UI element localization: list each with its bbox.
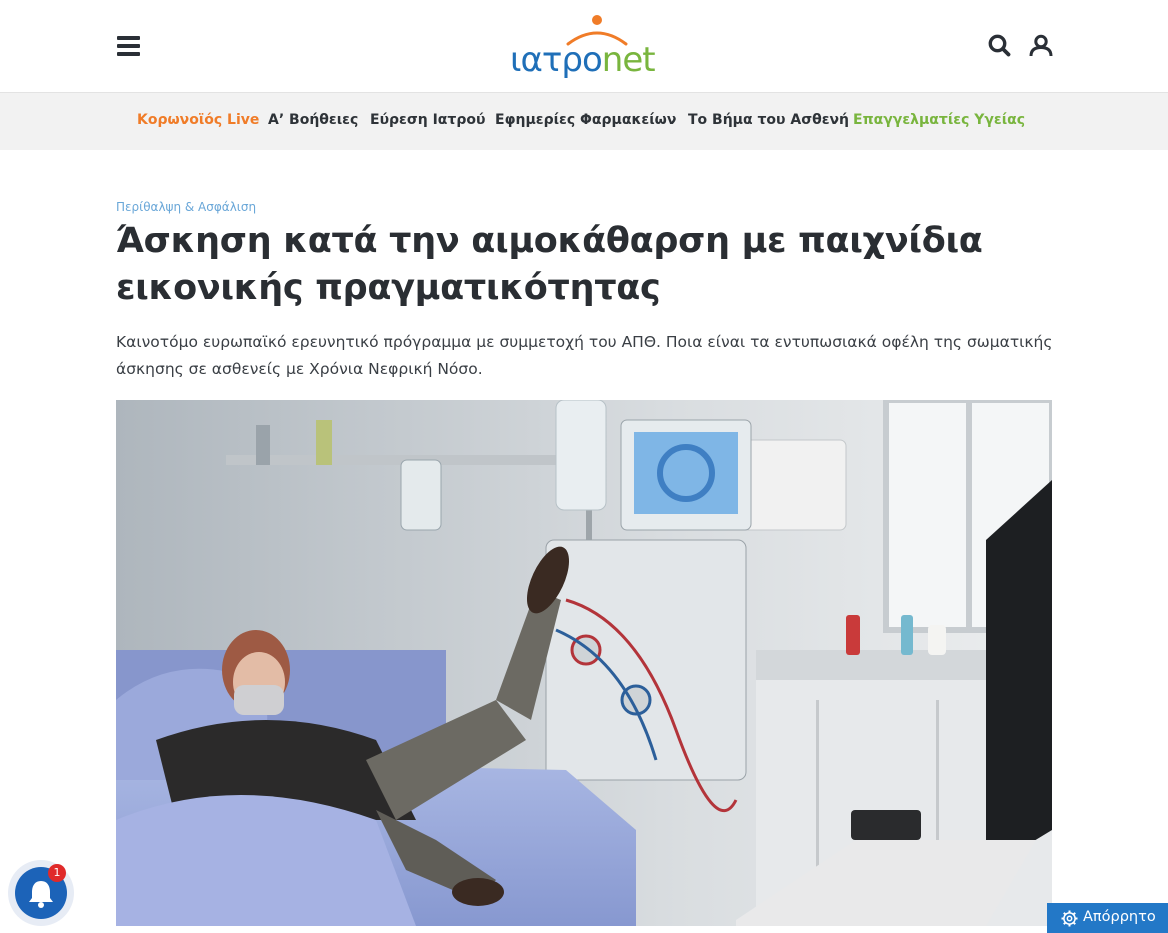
article-category[interactable]: Περίθαλψη & Ασφάλιση — [116, 200, 256, 214]
nav-item-coronavirus-live[interactable]: Κορωνοϊός Live — [137, 112, 259, 128]
article-lead: Καινοτόμο ευρωπαϊκό ερευνητικό πρόγραμμα… — [116, 333, 1053, 378]
svg-text:ιατροnet: ιατροnet — [510, 40, 655, 78]
article-title: Άσκηση κατά την αιμοκάθαρση με παιχνίδια… — [116, 221, 983, 308]
nav-item-patient-step[interactable]: Το Βήμα του Ασθενή — [688, 112, 849, 128]
nav-item-first-aid[interactable]: Α’ Βοήθειες — [268, 112, 358, 128]
article-hero-image — [116, 400, 1052, 926]
gear-icon — [1061, 910, 1078, 931]
nav-item-health-professionals[interactable]: Επαγγελματίες Υγείας — [853, 112, 1025, 128]
nav-item-find-doctor[interactable]: Εύρεση Ιατρού — [370, 112, 485, 128]
site-header: ιατροnet — [0, 0, 1168, 93]
privacy-label: Απόρρητο — [1083, 909, 1156, 925]
privacy-settings-button[interactable]: Απόρρητο — [1047, 903, 1168, 933]
hamburger-menu-icon[interactable] — [117, 36, 140, 56]
notification-badge: 1 — [48, 864, 66, 882]
main-navigation: Κορωνοϊός Live Α’ Βοήθειες Εύρεση Ιατρού… — [0, 93, 1168, 150]
nav-item-pharmacies-on-duty[interactable]: Εφημερίες Φαρμακείων — [495, 112, 676, 128]
site-logo[interactable]: ιατροnet — [508, 14, 660, 78]
user-icon[interactable] — [1028, 33, 1054, 59]
search-icon[interactable] — [987, 33, 1013, 59]
